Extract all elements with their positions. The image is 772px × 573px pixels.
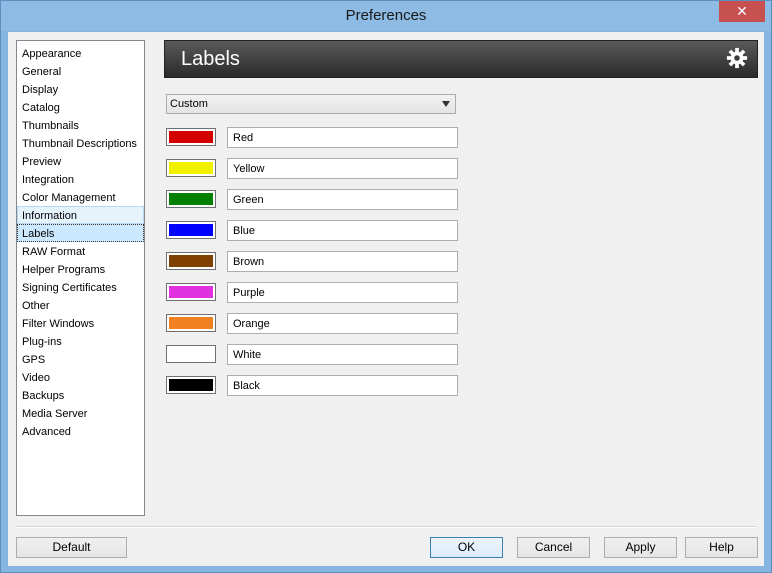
dialog-client: Appearance General Display Catalog Thumbnail… xyxy=(8,32,764,566)
label-name-input[interactable] xyxy=(227,375,458,396)
color-swatch-button[interactable] xyxy=(166,221,216,239)
color-swatch-button[interactable] xyxy=(166,376,216,394)
label-name-input[interactable] xyxy=(227,282,458,303)
default-button[interactable]: Default xyxy=(16,537,127,558)
label-name-input[interactable] xyxy=(227,344,458,365)
sidebar-item-appearance[interactable]: Appearance xyxy=(17,44,144,62)
preferences-window: Preferences ✕ Appearance General Display Ca… xyxy=(0,0,772,573)
label-row xyxy=(166,313,458,335)
sidebar-item-filter-windows[interactable]: Filter Windows xyxy=(17,314,144,332)
sidebar-item-display[interactable]: Display xyxy=(17,80,144,98)
label-row xyxy=(166,158,458,180)
sidebar-item-plug-ins[interactable]: Plug-ins xyxy=(17,332,144,350)
sidebar-item-advanced[interactable]: Advanced xyxy=(17,422,144,440)
sidebar-item-signing-certificates[interactable]: Signing Certificates xyxy=(17,278,144,296)
gear-icon[interactable] xyxy=(726,47,748,69)
title-bar[interactable]: Preferences ✕ xyxy=(1,1,771,31)
panel-header: Labels xyxy=(164,40,758,78)
color-swatch-fill xyxy=(169,131,213,143)
label-name-input[interactable] xyxy=(227,313,458,334)
color-swatch-button[interactable] xyxy=(166,314,216,332)
label-name-input[interactable] xyxy=(227,158,458,179)
sidebar-item-backups[interactable]: Backups xyxy=(17,386,144,404)
window-title: Preferences xyxy=(345,7,427,24)
label-preset-value: Custom xyxy=(170,98,208,110)
color-swatch-button[interactable] xyxy=(166,190,216,208)
label-row xyxy=(166,344,458,366)
sidebar-item-labels[interactable]: Labels xyxy=(17,224,144,242)
close-icon: ✕ xyxy=(736,3,748,19)
cancel-button[interactable]: Cancel xyxy=(517,537,590,558)
color-swatch-button[interactable] xyxy=(166,252,216,270)
apply-button[interactable]: Apply xyxy=(604,537,677,558)
color-swatch-button[interactable] xyxy=(166,345,216,363)
help-button[interactable]: Help xyxy=(685,537,758,558)
label-row xyxy=(166,282,458,304)
panel-title: Labels xyxy=(181,48,240,70)
sidebar-item-other[interactable]: Other xyxy=(17,296,144,314)
label-name-input[interactable] xyxy=(227,127,458,148)
label-row xyxy=(166,220,458,242)
label-row xyxy=(166,375,458,397)
sidebar-item-media-server[interactable]: Media Server xyxy=(17,404,144,422)
labels-panel: Labels Custom Red Yellow Green Blue Brow… xyxy=(164,40,758,516)
sidebar-item-general[interactable]: General xyxy=(17,62,144,80)
color-swatch-fill xyxy=(169,162,213,174)
sidebar-item-gps[interactable]: GPS xyxy=(17,350,144,368)
color-swatch-fill xyxy=(169,379,213,391)
sidebar-item-thumbnail-descriptions[interactable]: Thumbnail Descriptions xyxy=(17,134,144,152)
sidebar-item-color-management[interactable]: Color Management xyxy=(17,188,144,206)
color-swatch-fill xyxy=(169,348,213,360)
color-swatch-button[interactable] xyxy=(166,283,216,301)
label-name-input[interactable] xyxy=(227,251,458,272)
label-row xyxy=(166,251,458,273)
color-swatch-fill xyxy=(169,286,213,298)
color-swatch-button[interactable] xyxy=(166,128,216,146)
color-swatch-fill xyxy=(169,255,213,267)
label-name-input[interactable] xyxy=(227,220,458,241)
sidebar-item-video[interactable]: Video xyxy=(17,368,144,386)
sidebar-item-helper-programs[interactable]: Helper Programs xyxy=(17,260,144,278)
color-swatch-fill xyxy=(169,224,213,236)
color-swatch-button[interactable] xyxy=(166,159,216,177)
label-preset-select[interactable]: Custom xyxy=(166,94,456,114)
color-swatch-fill xyxy=(169,317,213,329)
sidebar-item-catalog[interactable]: Catalog xyxy=(17,98,144,116)
sidebar-item-integration[interactable]: Integration xyxy=(17,170,144,188)
chevron-down-icon xyxy=(442,101,450,107)
label-row xyxy=(166,189,458,211)
label-row xyxy=(166,127,458,149)
sidebar-item-preview[interactable]: Preview xyxy=(17,152,144,170)
category-list[interactable]: Appearance General Display Catalog Thumbnail… xyxy=(16,40,145,516)
label-name-input[interactable] xyxy=(227,189,458,210)
sidebar-item-raw-format[interactable]: RAW Format xyxy=(17,242,144,260)
sidebar-item-thumbnails[interactable]: Thumbnails xyxy=(17,116,144,134)
sidebar-item-information[interactable]: Information xyxy=(17,206,144,224)
ok-button[interactable]: OK xyxy=(430,537,503,558)
close-button[interactable]: ✕ xyxy=(719,1,765,22)
button-divider xyxy=(16,526,756,528)
color-swatch-fill xyxy=(169,193,213,205)
